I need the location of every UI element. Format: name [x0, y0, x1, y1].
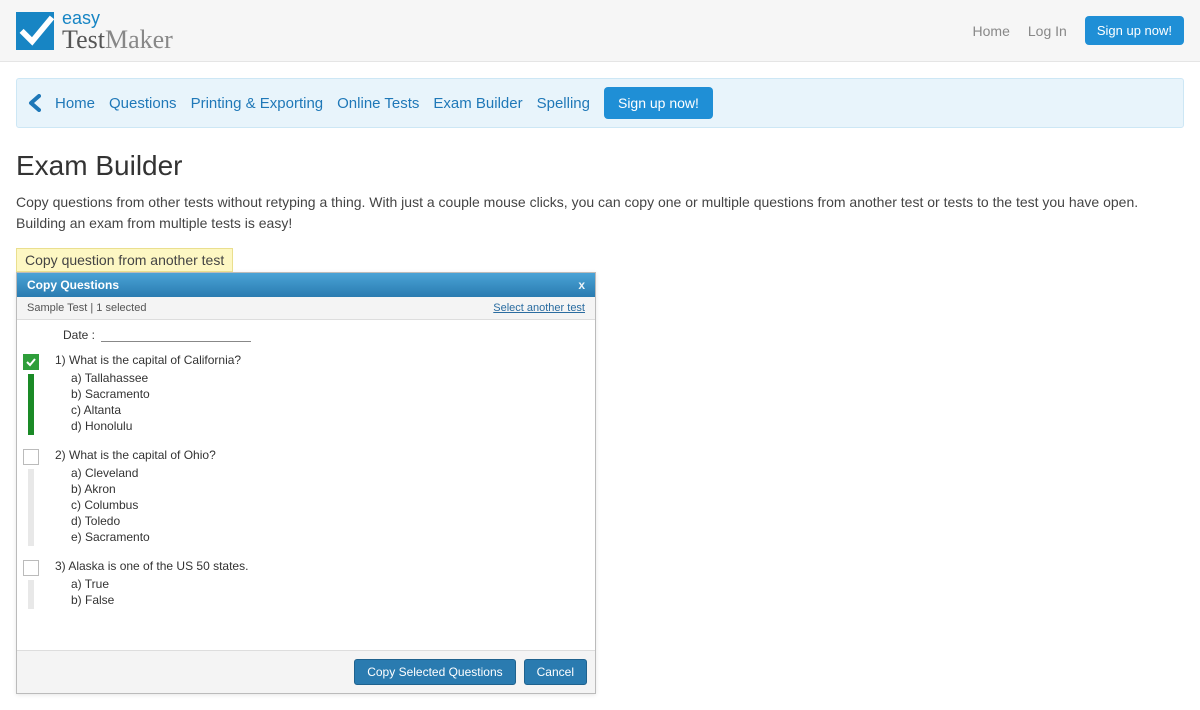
top-login-link[interactable]: Log In — [1028, 23, 1067, 39]
question-options: a) Tallahassee b) Sacramento c) Altanta d) … — [55, 371, 241, 433]
dialog-title: Copy Questions — [27, 278, 119, 292]
dialog-body[interactable]: Date : 1) What is the capital of Califor… — [17, 320, 595, 650]
question-gutter — [17, 558, 45, 611]
question-option: b) Sacramento — [71, 387, 241, 401]
question-option: d) Toledo — [71, 514, 216, 528]
question-select-bar — [28, 374, 34, 435]
logo-testmaker: TestMaker — [62, 27, 173, 53]
page-content: Exam Builder Copy questions from other t… — [0, 128, 1200, 710]
back-chevron-icon[interactable] — [27, 94, 41, 112]
question-text: 1) What is the capital of California? — [55, 353, 241, 367]
nav-questions[interactable]: Questions — [109, 95, 177, 112]
logo-checkmark-icon — [16, 12, 54, 50]
question-option: a) Cleveland — [71, 466, 216, 480]
page-lead: Copy questions from other tests without … — [16, 192, 1184, 234]
date-row: Date : — [17, 326, 587, 352]
question-gutter — [17, 352, 45, 437]
question-options: a) True b) False — [55, 577, 248, 607]
secondary-nav: Home Questions Printing & Exporting Onli… — [16, 78, 1184, 128]
nav-exam-builder[interactable]: Exam Builder — [433, 95, 522, 112]
nav-printing[interactable]: Printing & Exporting — [191, 95, 324, 112]
cancel-button[interactable]: Cancel — [524, 659, 587, 685]
question-checkbox[interactable] — [23, 449, 39, 465]
dialog-header: Copy Questions x — [17, 273, 595, 297]
date-blank-line — [101, 330, 251, 342]
top-signup-button[interactable]: Sign up now! — [1085, 16, 1184, 45]
question-options: a) Cleveland b) Akron c) Columbus d) Toledo… — [55, 466, 216, 544]
nav-online[interactable]: Online Tests — [337, 95, 419, 112]
date-label: Date : — [63, 328, 95, 342]
top-home-link[interactable]: Home — [973, 23, 1010, 39]
question-select-bar — [28, 469, 34, 546]
question-option: d) Honolulu — [71, 419, 241, 433]
question-option: a) Tallahassee — [71, 371, 241, 385]
question-option: c) Columbus — [71, 498, 216, 512]
top-bar: easy TestMaker Home Log In Sign up now! — [0, 0, 1200, 62]
question-content: 2) What is the capital of Ohio? a) Clevel… — [45, 447, 222, 548]
question-select-bar — [28, 580, 34, 609]
question-option: a) True — [71, 577, 248, 591]
logo-text: easy TestMaker — [62, 9, 173, 53]
question-content: 3) Alaska is one of the US 50 states. a) … — [45, 558, 254, 611]
copy-questions-dialog: Copy Questions x Sample Test | 1 selecte… — [16, 272, 596, 694]
question-option: b) False — [71, 593, 248, 607]
dialog-footer: Copy Selected Questions Cancel — [17, 650, 595, 693]
question-option: e) Sacramento — [71, 530, 216, 544]
nav-home[interactable]: Home — [55, 95, 95, 112]
page-title: Exam Builder — [16, 150, 1184, 182]
copy-selected-button[interactable]: Copy Selected Questions — [354, 659, 515, 685]
screenshot-caption: Copy question from another test — [16, 248, 233, 272]
dialog-subheader: Sample Test | 1 selected Select another … — [17, 297, 595, 320]
dialog-source-label: Sample Test | 1 selected — [27, 302, 146, 314]
top-actions: Home Log In Sign up now! — [973, 16, 1184, 45]
question-content: 1) What is the capital of California? a) … — [45, 352, 247, 437]
question-text: 2) What is the capital of Ohio? — [55, 448, 216, 462]
dialog-close-icon[interactable]: x — [578, 278, 585, 292]
question-checkbox[interactable] — [23, 354, 39, 370]
question-gutter — [17, 447, 45, 548]
question-option: c) Altanta — [71, 403, 241, 417]
question-row[interactable]: 3) Alaska is one of the US 50 states. a) … — [17, 558, 587, 611]
nav-spelling[interactable]: Spelling — [537, 95, 590, 112]
question-row[interactable]: 2) What is the capital of Ohio? a) Clevel… — [17, 447, 587, 548]
question-row[interactable]: 1) What is the capital of California? a) … — [17, 352, 587, 437]
question-text: 3) Alaska is one of the US 50 states. — [55, 559, 248, 573]
logo[interactable]: easy TestMaker — [16, 9, 173, 53]
question-option: b) Akron — [71, 482, 216, 496]
question-checkbox[interactable] — [23, 560, 39, 576]
select-another-test-link[interactable]: Select another test — [493, 302, 585, 314]
nav-signup-button[interactable]: Sign up now! — [604, 87, 713, 119]
